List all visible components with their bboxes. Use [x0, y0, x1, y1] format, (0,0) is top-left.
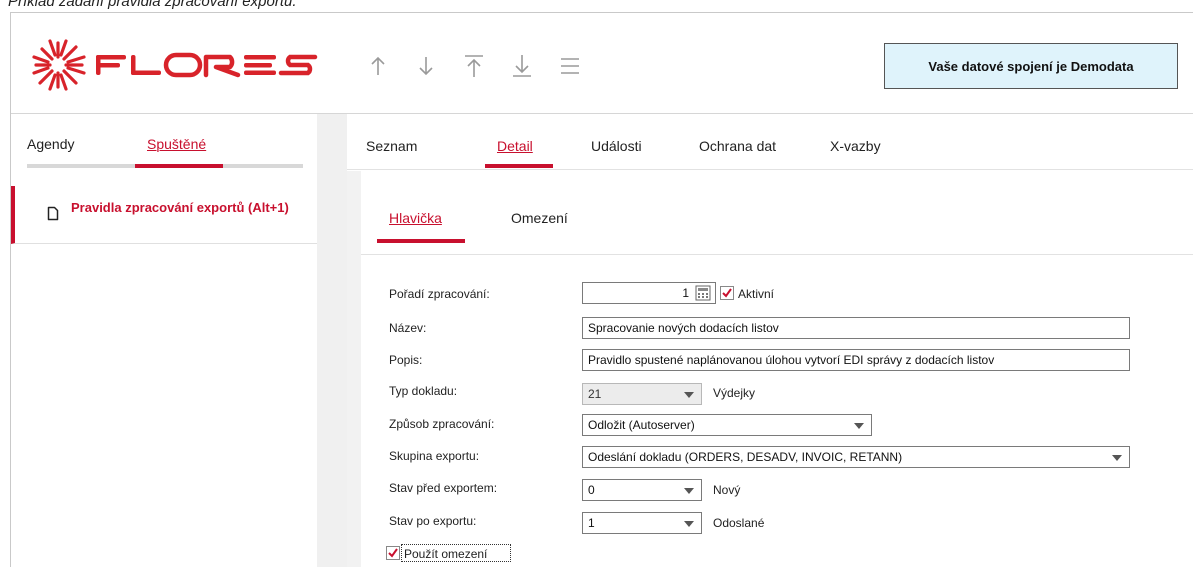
- arrow-to-top-icon: [465, 55, 483, 77]
- stav-po-value: 1: [588, 516, 595, 530]
- top-tabs: Seznam Detail Události Ochrana dat X-vaz…: [347, 114, 1193, 170]
- list-item-pravidla[interactable]: Pravidla zpracování exportů (Alt+1): [11, 186, 317, 244]
- left-tabs: Agendy Spuštěné: [11, 114, 317, 170]
- skupina-label: Skupina exportu:: [389, 449, 480, 463]
- header: Vaše datové spojení je Demodata: [11, 13, 1193, 114]
- caption: Príklad zadaní pravidla zpracování expor…: [8, 0, 297, 10]
- dropdown-arrow-icon: [684, 521, 694, 527]
- dropdown-arrow-icon: [684, 392, 694, 398]
- pouzit-omezeni-checkbox[interactable]: [386, 546, 400, 560]
- move-up-button[interactable]: [361, 49, 395, 83]
- document-icon: [47, 206, 59, 221]
- list-item-label: Pravidla zpracování exportů (Alt+1): [71, 200, 289, 215]
- tab-omezeni[interactable]: Omezení: [511, 210, 568, 226]
- tab-detail[interactable]: Detail: [497, 138, 533, 154]
- app-window: Vaše datové spojení je Demodata Agendy S…: [10, 12, 1193, 567]
- popis-input[interactable]: Pravidlo spustené naplánovanou úlohou vy…: [582, 349, 1130, 371]
- content-area: Hlavička Omezení Pořadí zpracování: 1 Ak…: [347, 171, 1193, 567]
- sub-tabs: Hlavička Omezení: [361, 171, 1193, 255]
- tab-seznam[interactable]: Seznam: [366, 138, 417, 154]
- typ-dokladu-description: Výdejky: [713, 386, 756, 400]
- tab-active-underline: [485, 164, 553, 168]
- typ-dokladu-select[interactable]: 21: [582, 383, 702, 405]
- stav-pred-label: Stav před exportem:: [389, 481, 498, 495]
- tab-udalosti[interactable]: Události: [591, 138, 642, 154]
- detail-card: Hlavička Omezení Pořadí zpracování: 1 Ak…: [361, 171, 1193, 567]
- aktivni-label: Aktivní: [738, 287, 775, 301]
- stav-pred-value: 0: [588, 483, 595, 497]
- tab-agendy[interactable]: Agendy: [27, 136, 74, 152]
- dropdown-arrow-icon: [854, 423, 864, 429]
- move-down-button[interactable]: [409, 49, 443, 83]
- skupina-value: Odeslání dokladu (ORDERS, DESADV, INVOIC…: [588, 450, 903, 464]
- flores-logo: [32, 39, 318, 91]
- arrow-down-icon: [419, 57, 433, 76]
- nazev-label: Název:: [389, 321, 427, 335]
- stav-po-description: Odoslané: [713, 516, 765, 530]
- tab-spustene[interactable]: Spuštěné: [147, 136, 206, 152]
- menu-button[interactable]: [553, 49, 587, 83]
- right-panel: Seznam Detail Události Ochrana dat X-vaz…: [347, 114, 1193, 567]
- aktivni-checkbox[interactable]: [720, 286, 734, 300]
- typ-dokladu-label: Typ dokladu:: [389, 384, 458, 398]
- menu-icon: [561, 58, 579, 74]
- subtab-active-underline: [377, 239, 465, 243]
- move-to-bottom-button[interactable]: [505, 49, 539, 83]
- tab-hlavicka[interactable]: Hlavička: [389, 210, 442, 226]
- stav-po-label: Stav po exportu:: [389, 514, 477, 528]
- stav-pred-description: Nový: [713, 483, 741, 497]
- toolbar: [361, 49, 587, 83]
- tab-x-vazby[interactable]: X-vazby: [830, 138, 881, 154]
- zpusob-value: Odložit (Autoserver): [588, 418, 695, 432]
- poradi-label: Pořadí zpracování:: [389, 287, 490, 301]
- tab-ochrana-dat[interactable]: Ochrana dat: [699, 138, 776, 154]
- left-panel: Agendy Spuštěné Pravidla zpracování expo…: [11, 114, 317, 567]
- zpusob-select[interactable]: Odložit (Autoserver): [582, 414, 872, 436]
- arrow-to-bottom-icon: [513, 55, 531, 77]
- stav-po-select[interactable]: 1: [582, 512, 702, 534]
- nazev-input[interactable]: Spracovanie nových dodacích listov: [582, 317, 1130, 339]
- pouzit-omezeni-label: Použít omezení: [404, 547, 488, 561]
- stav-pred-select[interactable]: 0: [582, 479, 702, 501]
- arrow-up-icon: [371, 56, 385, 75]
- connection-info: Vaše datové spojení je Demodata: [884, 43, 1178, 89]
- zpusob-label: Způsob zpracování:: [389, 417, 495, 431]
- checkmark-icon: [388, 548, 398, 558]
- panel-divider: [317, 114, 347, 567]
- checkmark-icon: [722, 288, 732, 298]
- typ-dokladu-value: 21: [588, 387, 602, 401]
- tab-active-underline: [135, 164, 223, 168]
- dropdown-arrow-icon: [1112, 455, 1122, 461]
- dropdown-arrow-icon: [684, 488, 694, 494]
- move-to-top-button[interactable]: [457, 49, 491, 83]
- skupina-select[interactable]: Odeslání dokladu (ORDERS, DESADV, INVOIC…: [582, 446, 1130, 468]
- calculator-icon[interactable]: [695, 285, 711, 301]
- popis-label: Popis:: [389, 353, 423, 367]
